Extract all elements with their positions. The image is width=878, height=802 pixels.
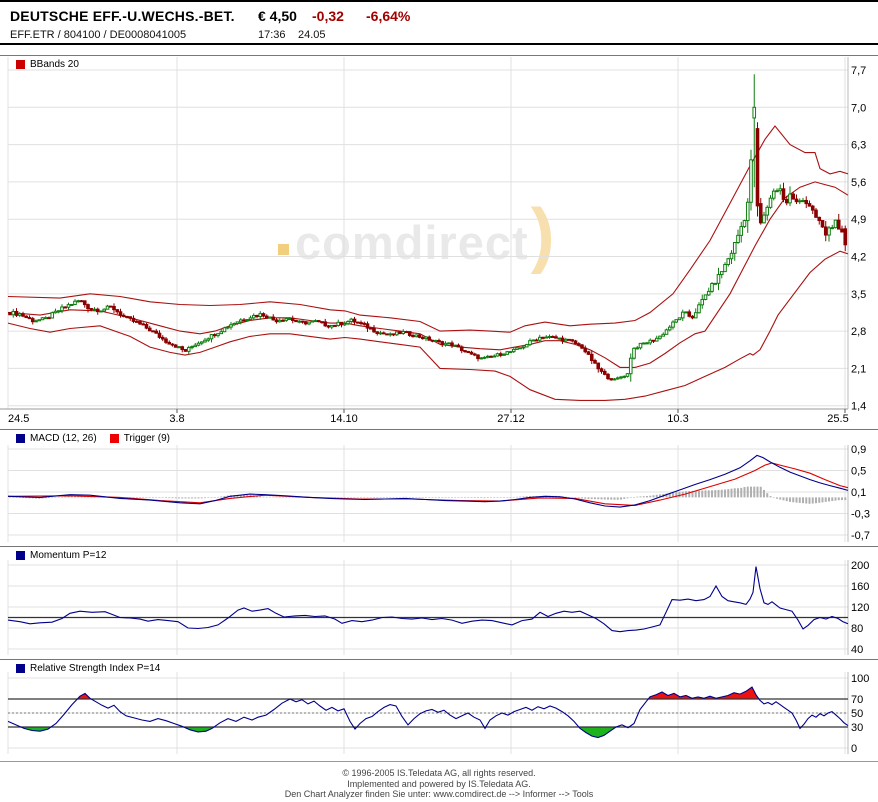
svg-text:-0,7: -0,7 [851, 530, 870, 542]
momentum-legend-label: Momentum P=12 [30, 550, 107, 561]
svg-text:70: 70 [851, 694, 863, 706]
legend-bbands: BBands 20 [16, 59, 79, 70]
svg-text:6,3: 6,3 [851, 140, 866, 152]
svg-text:80: 80 [851, 623, 863, 635]
svg-text:2,1: 2,1 [851, 363, 866, 375]
svg-text:30: 30 [851, 722, 863, 734]
svg-text:0,1: 0,1 [851, 487, 866, 499]
chart-canvas: 7,7 7,0 6,3 5,6 4,9 4,2 3,5 2,8 2,1 1,4 24.5 3.8 14.… [0, 57, 870, 755]
trigger-legend-swatch-icon [109, 434, 119, 443]
svg-text:5,6: 5,6 [851, 177, 866, 189]
macd-legend-swatch-icon [16, 434, 25, 443]
svg-text:14.10: 14.10 [330, 413, 358, 425]
svg-text:100: 100 [851, 673, 869, 685]
svg-text:0,5: 0,5 [851, 466, 866, 478]
legend-macd: MACD (12, 26) Trigger (9) [16, 433, 170, 444]
macd-legend-label: MACD (12, 26) [30, 433, 97, 444]
svg-text:0: 0 [851, 743, 857, 755]
footer: © 1996-2005 IS.Teledata AG, all rights r… [0, 768, 878, 800]
bbands-legend-swatch-icon [16, 60, 25, 69]
svg-text:160: 160 [851, 581, 869, 593]
rsi-legend-label: Relative Strength Index P=14 [30, 663, 161, 674]
footer-copyright: © 1996-2005 IS.Teledata AG, all rights r… [342, 768, 536, 778]
footer-analyzer-hint: Den Chart Analyzer finden Sie unter: www… [284, 789, 594, 799]
svg-text:0,9: 0,9 [851, 444, 866, 456]
svg-text:4,2: 4,2 [851, 252, 866, 264]
legend-rsi: Relative Strength Index P=14 [16, 663, 160, 674]
svg-text:27.12: 27.12 [497, 413, 525, 425]
legend-momentum: Momentum P=12 [16, 550, 106, 561]
momentum-legend-swatch-icon [16, 551, 25, 560]
rsi-legend-swatch-icon [16, 664, 25, 673]
svg-text:25.5: 25.5 [827, 413, 848, 425]
svg-text:-0,3: -0,3 [851, 509, 870, 521]
svg-text:4,9: 4,9 [851, 214, 866, 226]
svg-text:40: 40 [851, 644, 863, 656]
svg-text:50: 50 [851, 708, 863, 720]
chart-page: DEUTSCHE EFF.-U.WECHS.-BET. € 4,50 -0,32… [0, 0, 878, 802]
svg-text:3.8: 3.8 [169, 413, 184, 425]
svg-text:2,8: 2,8 [851, 326, 866, 338]
svg-text:200: 200 [851, 560, 869, 572]
svg-text:7,0: 7,0 [851, 102, 866, 114]
svg-text:24.5: 24.5 [8, 413, 29, 425]
trigger-legend-label: Trigger (9) [123, 433, 170, 444]
bbands-legend-label: BBands 20 [30, 59, 79, 70]
svg-text:120: 120 [851, 602, 869, 614]
svg-text:10.3: 10.3 [667, 413, 688, 425]
svg-text:3,5: 3,5 [851, 289, 866, 301]
svg-text:1,4: 1,4 [851, 401, 866, 413]
svg-text:7,7: 7,7 [851, 65, 866, 77]
footer-powered-by: Implemented and powered by IS.Teledata A… [347, 778, 531, 789]
